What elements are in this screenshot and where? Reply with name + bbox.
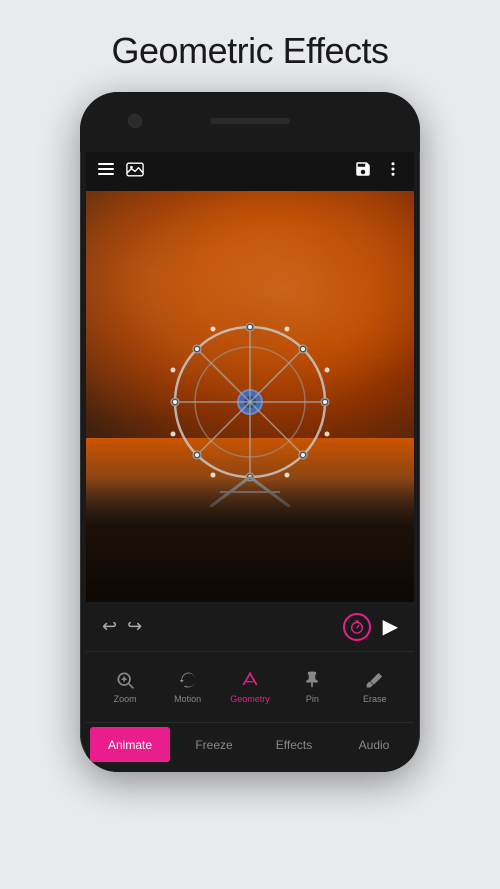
toolbar-right bbox=[354, 160, 402, 178]
redo-button[interactable]: ↪ bbox=[127, 616, 142, 637]
gallery-icon[interactable] bbox=[126, 162, 144, 177]
phone-device: ↩ ↪ ▶ bbox=[80, 92, 420, 772]
pin-icon bbox=[302, 670, 322, 690]
geometry-icon bbox=[240, 670, 260, 690]
timer-icon-svg bbox=[349, 619, 365, 635]
phone-speaker bbox=[210, 118, 290, 124]
tab-freeze[interactable]: Freeze bbox=[174, 723, 254, 766]
timer-button[interactable] bbox=[343, 613, 371, 641]
ferris-wheel-image bbox=[86, 191, 414, 602]
erase-label: Erase bbox=[363, 694, 387, 704]
hamburger-menu-button[interactable] bbox=[98, 163, 114, 175]
tab-animate[interactable]: Animate bbox=[90, 727, 170, 762]
tool-pin[interactable]: Pin bbox=[287, 670, 337, 704]
playback-right: ▶ bbox=[343, 613, 398, 641]
motion-label: Motion bbox=[174, 694, 201, 704]
phone-top-bar bbox=[80, 92, 420, 152]
toolbar-left bbox=[98, 162, 144, 177]
save-icon[interactable] bbox=[354, 160, 372, 178]
bottom-tabs: Animate Freeze Effects Audio bbox=[86, 722, 414, 766]
phone-camera bbox=[128, 114, 142, 128]
app-toolbar bbox=[86, 147, 414, 191]
phone-screen: ↩ ↪ ▶ bbox=[86, 147, 414, 772]
phone-side-button bbox=[419, 272, 420, 332]
undo-redo-controls: ↩ ↪ bbox=[102, 616, 142, 637]
pin-label: Pin bbox=[306, 694, 319, 704]
tool-motion[interactable]: Motion bbox=[163, 670, 213, 704]
tool-bar: Zoom Motion Geometry bbox=[86, 652, 414, 722]
zoom-icon bbox=[115, 670, 135, 690]
motion-icon bbox=[178, 670, 198, 690]
play-button[interactable]: ▶ bbox=[383, 614, 398, 639]
bottom-controls: ↩ ↪ ▶ bbox=[86, 602, 414, 772]
playback-bar: ↩ ↪ ▶ bbox=[86, 602, 414, 652]
ferris-wheel-svg bbox=[150, 307, 350, 507]
geometry-label: Geometry bbox=[230, 694, 270, 704]
page-title: Geometric Effects bbox=[112, 30, 389, 72]
zoom-label: Zoom bbox=[114, 694, 137, 704]
tab-effects[interactable]: Effects bbox=[254, 723, 334, 766]
more-options-icon[interactable] bbox=[384, 160, 402, 178]
ferris-wheel bbox=[150, 307, 350, 507]
tool-erase[interactable]: Erase bbox=[350, 670, 400, 704]
tool-geometry[interactable]: Geometry bbox=[225, 670, 275, 704]
phone-body: ↩ ↪ ▶ bbox=[80, 92, 420, 772]
erase-icon bbox=[365, 670, 385, 690]
tab-audio[interactable]: Audio bbox=[334, 723, 414, 766]
ground-silhouette bbox=[86, 479, 414, 602]
undo-button[interactable]: ↩ bbox=[102, 616, 117, 637]
tool-zoom[interactable]: Zoom bbox=[100, 670, 150, 704]
